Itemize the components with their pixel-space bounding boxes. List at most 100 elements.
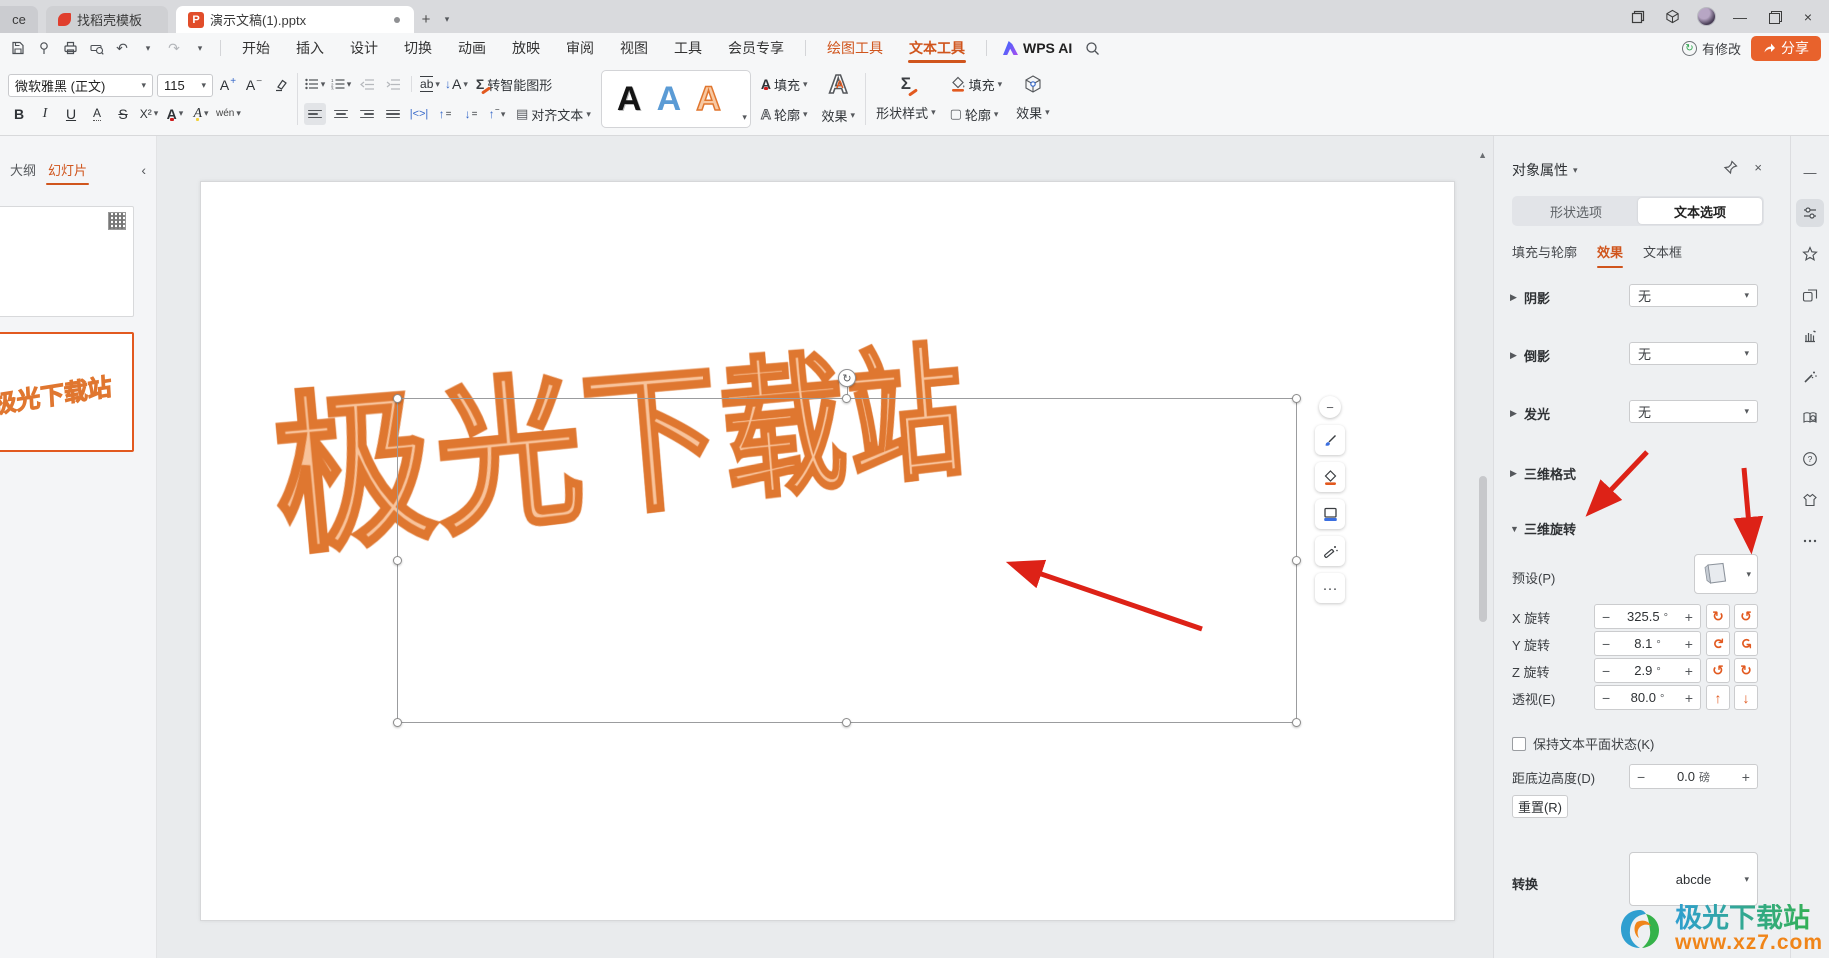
menu-insert[interactable]: 插入 bbox=[283, 33, 337, 63]
tab-overflow[interactable]: ce bbox=[0, 6, 38, 33]
minimize-button[interactable]: — bbox=[1725, 4, 1755, 30]
menu-animation[interactable]: 动画 bbox=[445, 33, 499, 63]
style-brush-button[interactable] bbox=[1315, 425, 1345, 455]
line-spacing-button[interactable]: ↑ ‾ ▾ bbox=[486, 103, 508, 125]
decrement-button[interactable]: − bbox=[1602, 636, 1610, 652]
transform-dropdown[interactable]: abcde ▾ bbox=[1629, 852, 1758, 906]
align-left-button[interactable] bbox=[304, 103, 326, 125]
rail-properties-button[interactable] bbox=[1796, 199, 1824, 227]
subtab-fill-outline[interactable]: 填充与轮廓 bbox=[1512, 242, 1577, 261]
keep-flat-checkbox[interactable] bbox=[1512, 736, 1526, 751]
increment-button[interactable]: + bbox=[1685, 609, 1693, 625]
close-button[interactable]: × bbox=[1793, 4, 1823, 30]
increment-button[interactable]: + bbox=[1685, 663, 1693, 679]
rail-collapse-button[interactable]: — bbox=[1796, 158, 1824, 186]
panel-close-button[interactable]: × bbox=[1754, 160, 1762, 175]
rotate-y-cw-button[interactable]: ↻ bbox=[1706, 631, 1730, 656]
fill-color-button[interactable] bbox=[1315, 462, 1345, 492]
canvas-scrollbar[interactable] bbox=[1479, 476, 1487, 622]
sidebar-collapse-button[interactable]: ‹ bbox=[135, 162, 152, 178]
strikethrough-button[interactable]: S bbox=[112, 103, 134, 125]
decrement-button[interactable]: − bbox=[1602, 690, 1610, 706]
gallery-more-button[interactable]: ▾ bbox=[742, 112, 747, 123]
decrease-line-spacing-button[interactable]: ↓ = bbox=[460, 103, 482, 125]
slide-canvas[interactable]: 极光下载站 ↻ − ··· ▲ bbox=[157, 136, 1493, 958]
selection-handle[interactable] bbox=[1292, 555, 1301, 565]
text-fill-button[interactable]: A 填充 ▾ bbox=[757, 72, 812, 96]
tab-text-options[interactable]: 文本选项 bbox=[1638, 198, 1762, 224]
rail-effects-star-button[interactable] bbox=[1796, 240, 1824, 268]
shape-effect-button[interactable]: 效果 ▾ bbox=[1012, 100, 1054, 124]
bold-button[interactable]: B bbox=[8, 103, 30, 125]
selection-handle[interactable] bbox=[1292, 394, 1301, 403]
pin-icon[interactable] bbox=[1723, 160, 1739, 175]
selection-handle[interactable] bbox=[393, 718, 402, 727]
selection-handle[interactable] bbox=[393, 555, 402, 565]
align-right-button[interactable] bbox=[356, 103, 378, 125]
align-center-button[interactable] bbox=[330, 103, 352, 125]
base-height-spinner[interactable]: − 0.0 磅 + bbox=[1629, 764, 1758, 789]
redo-button[interactable]: ↷ bbox=[162, 37, 186, 59]
font-name-combo[interactable]: 微软雅黑 (正文) ▾ bbox=[8, 73, 153, 97]
align-text-button[interactable]: ▤ 对齐文本 ▾ bbox=[512, 102, 595, 126]
increase-line-spacing-button[interactable]: ↑ = bbox=[434, 103, 456, 125]
character-spacing-button[interactable]: ↓ A ▾ bbox=[445, 73, 468, 95]
increment-button[interactable]: + bbox=[1685, 690, 1693, 706]
rail-shapes-button[interactable] bbox=[1796, 281, 1824, 309]
perspective-spinner[interactable]: − 80.0 ° + bbox=[1594, 685, 1701, 710]
selection-handle[interactable] bbox=[842, 394, 851, 403]
subtab-textbox[interactable]: 文本框 bbox=[1643, 242, 1682, 261]
subtab-effects[interactable]: 效果 bbox=[1597, 242, 1624, 268]
print-button[interactable] bbox=[58, 37, 82, 59]
rotation-x-spinner[interactable]: − 325.5 ° + bbox=[1594, 604, 1701, 629]
menu-view[interactable]: 视图 bbox=[607, 33, 661, 63]
new-tab-button[interactable]: + bbox=[414, 7, 438, 31]
decrease-indent-button[interactable] bbox=[356, 73, 378, 95]
menu-text-tools[interactable]: 文本工具 bbox=[896, 33, 978, 63]
rotate-x-cw-button[interactable]: ↻ bbox=[1706, 604, 1730, 629]
selection-handle[interactable] bbox=[393, 394, 402, 403]
rotation-z-spinner[interactable]: − 2.9 ° + bbox=[1594, 658, 1701, 683]
menu-member[interactable]: 会员专享 bbox=[715, 33, 797, 63]
grow-font-button[interactable]: A + bbox=[217, 74, 239, 96]
increment-button[interactable]: + bbox=[1685, 636, 1693, 652]
rail-magic-wand-button[interactable] bbox=[1796, 363, 1824, 391]
save-button[interactable] bbox=[6, 37, 30, 59]
background-format-button[interactable] bbox=[1315, 499, 1345, 529]
rotate-z-ccw-button[interactable]: ↻ bbox=[1734, 658, 1758, 683]
numbered-list-button[interactable]: 123 ▾ bbox=[330, 73, 352, 95]
selection-handle[interactable] bbox=[842, 718, 851, 727]
shape-fill-button[interactable]: 填充 ▾ bbox=[946, 72, 1007, 96]
phonetic-guide-button[interactable]: wén ▾ bbox=[216, 103, 241, 125]
more-options-button[interactable]: ··· bbox=[1315, 573, 1345, 603]
reset-button[interactable]: 重置(R) bbox=[1512, 795, 1568, 818]
tab-document[interactable]: P 演示文稿(1).pptx bbox=[176, 6, 414, 33]
menu-slideshow[interactable]: 放映 bbox=[499, 33, 553, 63]
rail-beautify-button[interactable] bbox=[1796, 322, 1824, 350]
menu-drawing-tools[interactable]: 绘图工具 bbox=[814, 33, 896, 63]
text-effect-button[interactable]: 效果 ▾ bbox=[818, 103, 860, 127]
share-button[interactable]: 分享 bbox=[1751, 35, 1821, 61]
reflection-section[interactable]: ▶ 倒影 bbox=[1510, 346, 1550, 365]
modified-badge[interactable]: ↻ 有修改 bbox=[1681, 39, 1741, 58]
clipboard-pin-icon[interactable] bbox=[32, 37, 56, 59]
search-button[interactable] bbox=[1080, 37, 1104, 59]
menu-home[interactable]: 开始 bbox=[229, 33, 283, 63]
wordart-style-orange[interactable]: A bbox=[695, 81, 721, 117]
text-outline-button[interactable]: A 轮廓 ▾ bbox=[757, 102, 812, 126]
wordart-style-blue[interactable]: A bbox=[657, 82, 682, 116]
clear-format-button[interactable] bbox=[269, 74, 291, 96]
window-stack-icon[interactable] bbox=[1623, 4, 1653, 30]
quick-access-more[interactable]: ▾ bbox=[188, 37, 212, 59]
scroll-up-arrow[interactable]: ▲ bbox=[1478, 150, 1487, 160]
restore-button[interactable] bbox=[1759, 4, 1789, 30]
decrement-button[interactable]: − bbox=[1602, 663, 1610, 679]
print-preview-button[interactable] bbox=[84, 37, 108, 59]
undo-dropdown[interactable]: ▾ bbox=[136, 37, 160, 59]
glow-dropdown[interactable]: 无 ▾ bbox=[1629, 400, 1758, 423]
panel-header[interactable]: 对象属性 ▾ bbox=[1512, 160, 1578, 180]
menu-tools[interactable]: 工具 bbox=[661, 33, 715, 63]
menu-review[interactable]: 审阅 bbox=[553, 33, 607, 63]
text-direction-button[interactable]: ab ▾ bbox=[419, 73, 441, 95]
highlight-button[interactable]: A ▾ bbox=[190, 103, 212, 125]
